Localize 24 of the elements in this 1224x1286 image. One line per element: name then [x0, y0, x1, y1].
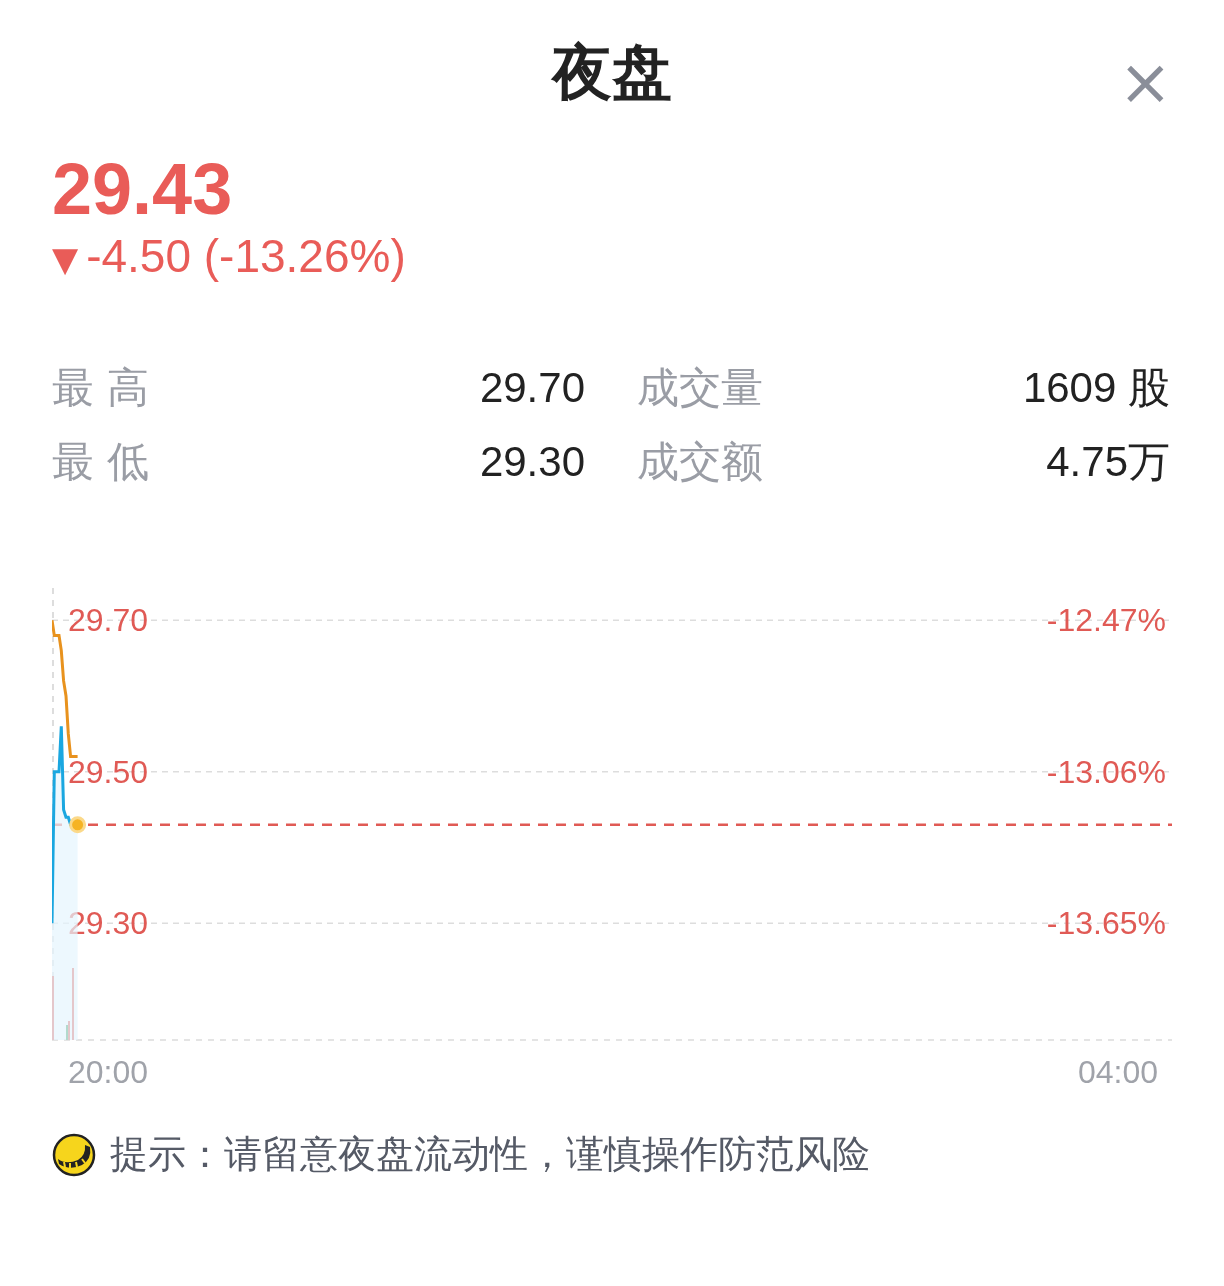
- percent-axis-label: -13.06%: [1046, 753, 1166, 790]
- percent-axis-label: -12.47%: [1046, 602, 1166, 639]
- stat-label: 最 高: [52, 362, 151, 414]
- tiger-badge-icon: [52, 1132, 96, 1177]
- stat-value: 1609 股: [1021, 363, 1170, 413]
- price-axis-label: 29.50: [68, 753, 149, 790]
- stat-label: 成交额: [636, 436, 764, 488]
- stat-value: 4.75万: [1045, 437, 1170, 487]
- percent-axis-label: -13.65%: [1046, 905, 1166, 942]
- stat-value: 29.70: [478, 363, 585, 413]
- current-point: [69, 816, 87, 834]
- close-button[interactable]: ×: [1118, 52, 1172, 112]
- window-title: 夜盘: [552, 35, 672, 109]
- stat-value: 29.30: [478, 437, 585, 487]
- time-axis-label: 04:00: [1077, 1054, 1158, 1091]
- price-change: -4.50 (-13.26%): [86, 229, 406, 284]
- stat-label: 成交量: [636, 362, 764, 414]
- price-value: 29.43: [52, 150, 234, 228]
- time-axis-label: 20:00: [68, 1054, 149, 1091]
- down-arrow-icon: ▼: [52, 239, 79, 279]
- notice-text: 提示：请留意夜盘流动性，谨慎操作防范风险: [110, 1131, 870, 1178]
- price-axis-label: 29.30: [68, 905, 149, 942]
- price-axis-label: 29.70: [68, 602, 149, 639]
- stat-label: 最 低: [52, 436, 151, 488]
